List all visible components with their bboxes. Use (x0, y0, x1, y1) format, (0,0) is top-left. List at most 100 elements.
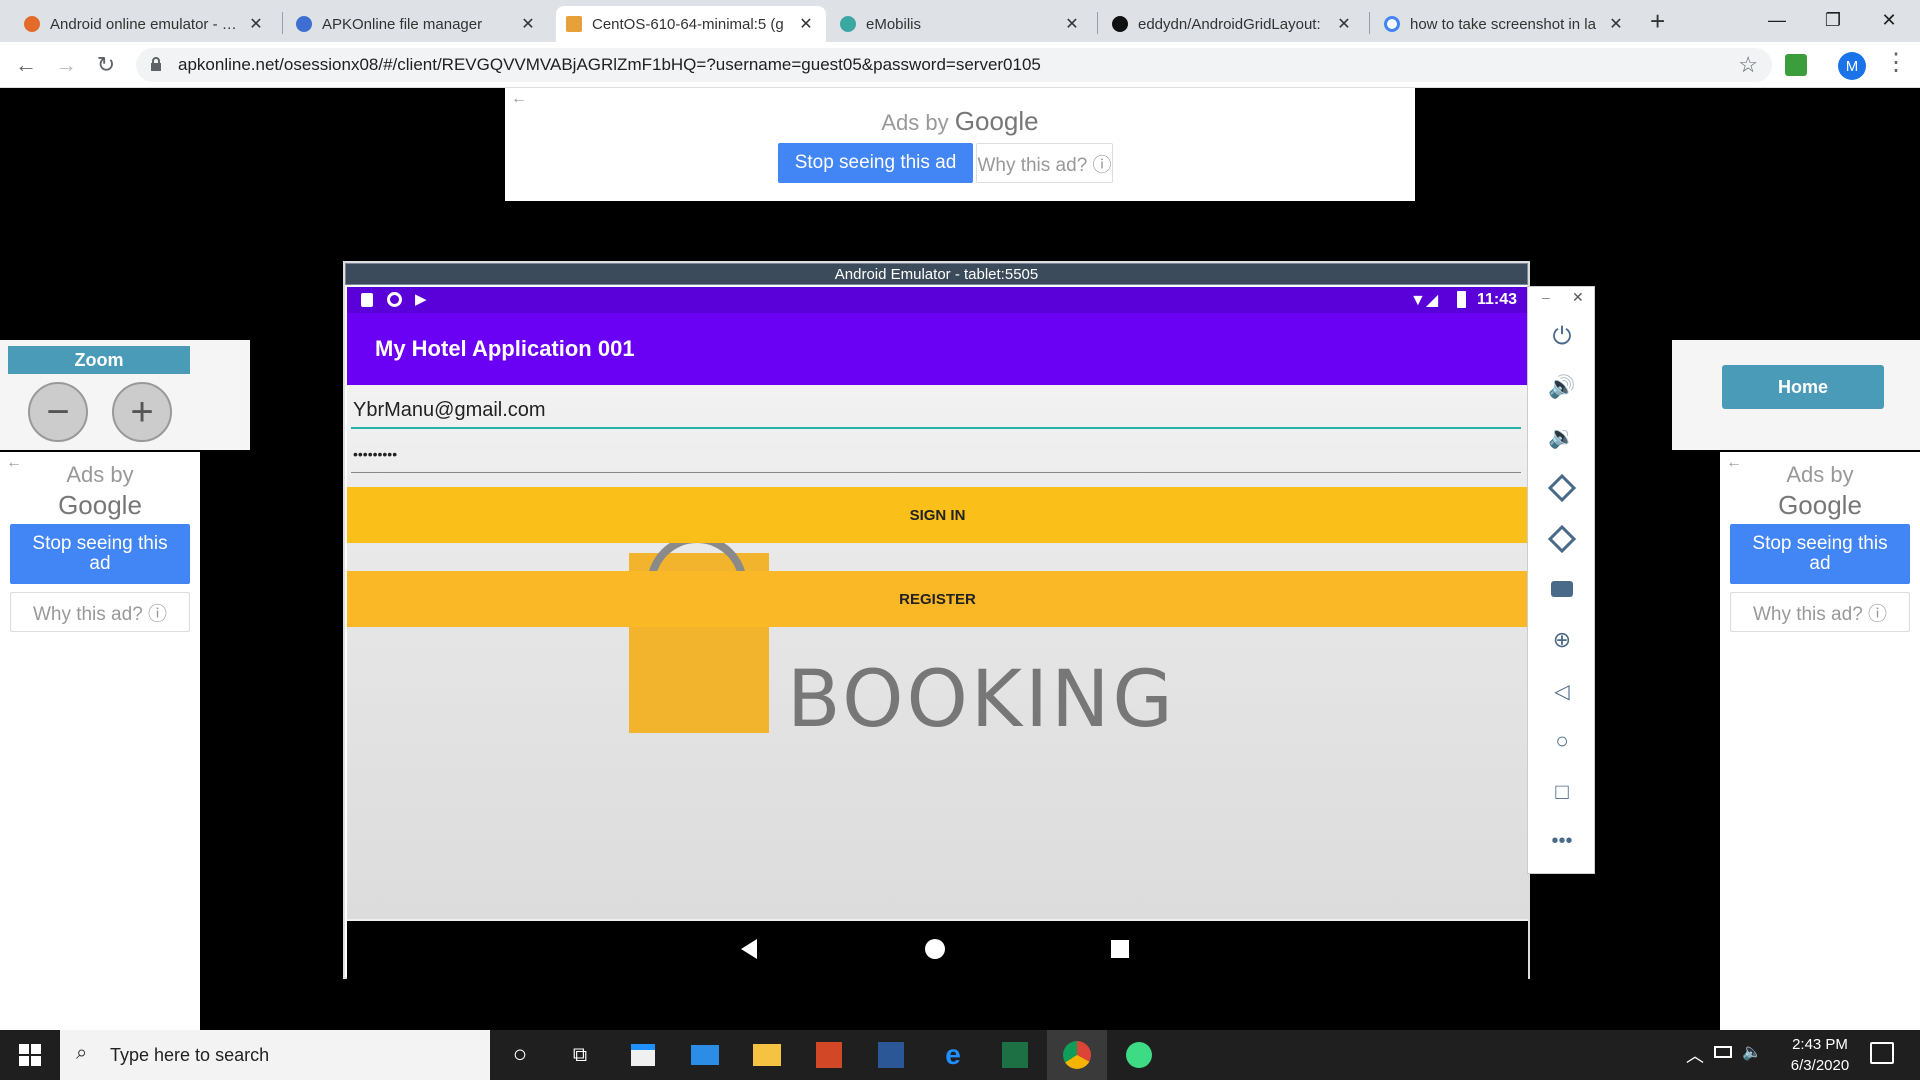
github-icon (1112, 16, 1128, 32)
back-icon[interactable]: ◁ (1528, 671, 1596, 711)
camera-icon[interactable] (1528, 569, 1596, 609)
tab-favicon-icon (840, 16, 856, 32)
close-emulator-icon[interactable]: ✕ (1572, 289, 1584, 306)
why-this-ad-button[interactable]: Why this ad? ⓘ (976, 143, 1113, 183)
mail-icon[interactable] (675, 1030, 735, 1080)
tab-android-emulator[interactable]: Android online emulator - Ch ✕ (14, 6, 276, 42)
right-ad-panel: ← Ads by Google Stop seeing this ad Why t… (1720, 452, 1920, 1030)
close-window-button[interactable]: ✕ (1862, 0, 1916, 40)
app-title: My Hotel Application 001 (375, 336, 635, 361)
device-screen[interactable]: ▶ ▼◢ 11:43 My Hotel Application 001 BOOK… (347, 287, 1528, 979)
store-icon[interactable] (613, 1030, 673, 1080)
notifications-icon[interactable] (1870, 1042, 1894, 1064)
file-explorer-icon[interactable] (737, 1030, 797, 1080)
top-ad-banner: ← Ads by Google Stop seeing this ad Why … (505, 88, 1415, 201)
zoom-in-button[interactable]: + (112, 382, 172, 442)
browser-tab-bar: Android online emulator - Ch ✕ APKOnline… (0, 0, 1920, 42)
tab-centos-active[interactable]: CentOS-610-64-minimal:5 (g ✕ (556, 6, 826, 42)
search-icon: ⌕ (76, 1042, 88, 1064)
chrome-icon[interactable] (1047, 1030, 1107, 1080)
volume-tray-icon[interactable]: 🔈 (1742, 1042, 1762, 1062)
ads-by-google-label: Ads by Google (58, 462, 142, 520)
tab-emobilis[interactable]: eMobilis ✕ (830, 6, 1092, 42)
profile-avatar[interactable]: M (1838, 52, 1866, 80)
close-tab-icon[interactable]: ✕ (1062, 14, 1082, 34)
extension-icon[interactable] (1785, 54, 1807, 76)
edge-icon[interactable]: e (923, 1030, 983, 1080)
android-back-icon[interactable] (741, 939, 757, 959)
register-button[interactable]: REGISTER (347, 571, 1528, 627)
password-field[interactable]: ••••••••• (351, 437, 1521, 473)
back-arrow-icon[interactable]: ← (12, 51, 40, 79)
reload-icon[interactable]: ↻ (92, 51, 120, 79)
why-this-ad-button[interactable]: Why this ad? ⓘ (1730, 592, 1910, 632)
url-bar[interactable]: apkonline.net/osessionx08/#/client/REVGQ… (136, 48, 1772, 82)
taskbar-search-box[interactable]: ⌕ Type here to search (60, 1030, 490, 1080)
close-tab-icon[interactable]: ✕ (1334, 14, 1354, 34)
powerpoint-icon[interactable] (799, 1030, 859, 1080)
power-icon[interactable]: ⏻ (1528, 317, 1596, 357)
zoom-icon[interactable]: ⊕ (1528, 620, 1596, 660)
close-tab-icon[interactable]: ✕ (246, 14, 266, 34)
tab-title: eddydn/AndroidGridLayout: (1138, 15, 1321, 33)
windows-start-icon[interactable] (0, 1030, 60, 1080)
stop-seeing-ad-button[interactable]: Stop seeing this ad (1730, 524, 1910, 584)
android-home-icon[interactable] (925, 939, 945, 959)
app-toolbar: My Hotel Application 001 (347, 313, 1528, 385)
volume-up-icon[interactable]: 🔊 (1528, 367, 1596, 407)
word-icon[interactable] (861, 1030, 921, 1080)
show-hidden-icons-icon[interactable]: ︿ (1686, 1042, 1704, 1068)
tab-title: APKOnline file manager (322, 15, 483, 33)
tab-github[interactable]: eddydn/AndroidGridLayout: ✕ (1102, 6, 1364, 42)
battery-icon (1457, 291, 1466, 308)
volume-down-icon[interactable]: 🔉 (1528, 417, 1596, 457)
rotate-left-icon[interactable] (1528, 468, 1596, 508)
ad-back-arrow-icon[interactable]: ← (511, 90, 527, 108)
tab-apkonline-file-manager[interactable]: APKOnline file manager ✕ (286, 6, 548, 42)
browser-menu-icon[interactable]: ⋮ (1884, 48, 1908, 77)
close-tab-icon[interactable]: ✕ (796, 14, 816, 34)
tab-google-search[interactable]: how to take screenshot in la ✕ (1374, 6, 1636, 42)
sync-icon (387, 292, 402, 307)
rotate-right-icon[interactable] (1528, 519, 1596, 559)
android-recents-icon[interactable] (1111, 940, 1129, 958)
hotel-logo-text: BOOKING (787, 655, 1176, 745)
sd-card-icon (361, 293, 373, 307)
overview-square-icon[interactable]: □ (1528, 772, 1596, 812)
bookmark-star-icon[interactable]: ☆ (1738, 52, 1758, 78)
task-view-icon[interactable]: ⧉ (550, 1030, 610, 1080)
battery-tray-icon[interactable] (1714, 1046, 1732, 1058)
forward-arrow-icon[interactable]: → (52, 51, 80, 79)
why-this-ad-button[interactable]: Why this ad? ⓘ (10, 592, 190, 632)
tab-title: eMobilis (866, 15, 922, 33)
play-store-icon: ▶ (415, 291, 427, 308)
clock-time: 2:43 PM (1792, 1036, 1848, 1053)
maximize-window-button[interactable]: ❐ (1806, 0, 1860, 40)
minimize-window-button[interactable]: — (1750, 0, 1804, 40)
new-tab-button[interactable]: + (1650, 6, 1665, 37)
close-tab-icon[interactable]: ✕ (518, 14, 538, 34)
zoom-title: Zoom (8, 346, 190, 374)
home-button[interactable]: Home (1722, 365, 1884, 409)
tab-title: CentOS-610-64-minimal:5 (g (592, 15, 784, 33)
browser-address-bar: ← → ↻ apkonline.net/osessionx08/#/client… (0, 42, 1920, 88)
android-status-bar: ▶ ▼◢ 11:43 (347, 287, 1528, 313)
android-studio-icon[interactable] (1109, 1030, 1169, 1080)
excel-icon[interactable] (985, 1030, 1045, 1080)
emulator-control-panel: – ✕ ⏻ 🔊 🔉 ⊕ ◁ ○ □ ••• (1527, 286, 1595, 874)
taskbar-clock[interactable]: 2:43 PM 6/3/2020 (1770, 1034, 1870, 1076)
home-circle-icon[interactable]: ○ (1528, 721, 1596, 761)
more-options-icon[interactable]: ••• (1528, 821, 1596, 861)
ads-by-google-label: Ads by Google (1778, 462, 1862, 520)
email-field[interactable]: YbrManu@gmail.com (351, 395, 1521, 429)
tab-favicon-icon (24, 16, 40, 32)
sign-in-button[interactable]: SIGN IN (347, 487, 1528, 543)
stop-seeing-ad-button[interactable]: Stop seeing this ad (778, 143, 973, 183)
ads-by-google-label: Ads by Google (881, 106, 1039, 136)
stop-seeing-ad-button[interactable]: Stop seeing this ad (10, 524, 190, 584)
zoom-out-button[interactable]: − (28, 382, 88, 442)
cortana-icon[interactable]: ○ (490, 1030, 550, 1080)
close-tab-icon[interactable]: ✕ (1606, 14, 1626, 34)
minimize-emulator-icon[interactable]: – (1542, 289, 1550, 305)
google-icon (1384, 16, 1400, 32)
